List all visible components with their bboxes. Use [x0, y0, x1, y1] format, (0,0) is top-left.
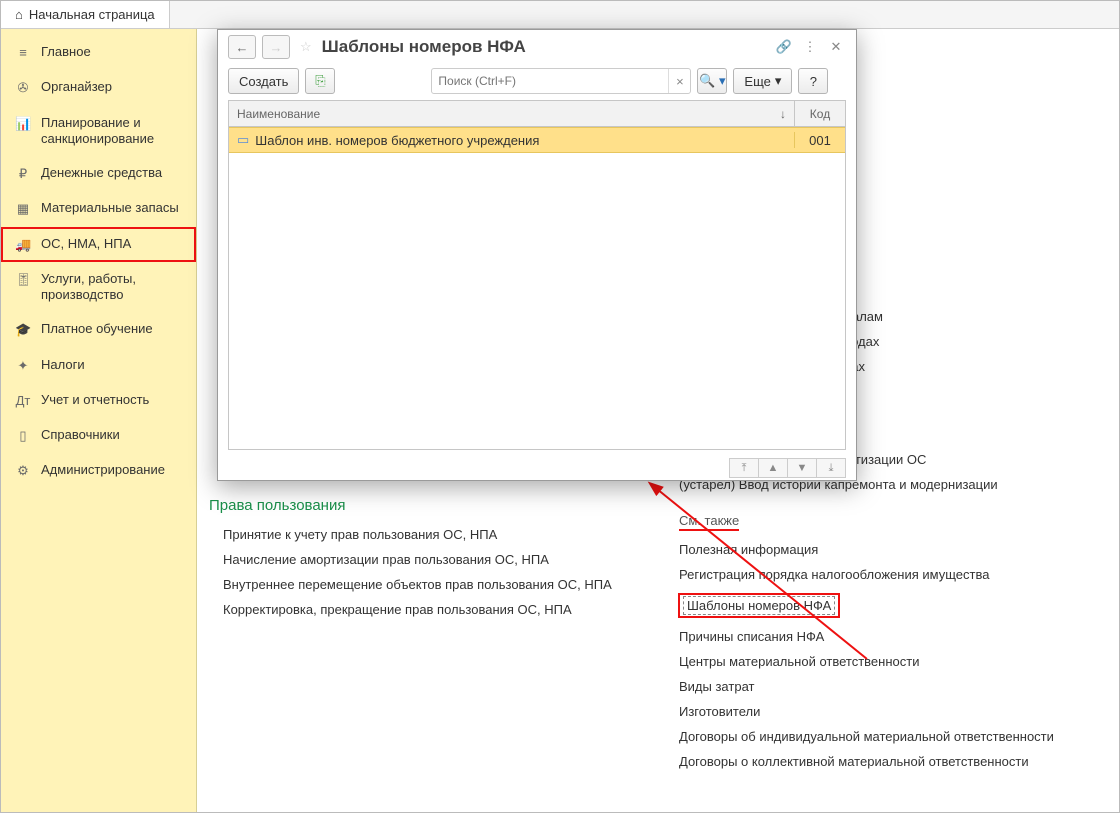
- sidebar-item-label: Материальные запасы: [41, 200, 179, 216]
- favorite-star-icon[interactable]: ☆: [300, 39, 312, 55]
- clear-icon[interactable]: ×: [668, 69, 690, 93]
- sidebar-item-assets[interactable]: 🚚 ОС, НМА, НПА: [1, 227, 196, 262]
- grid-nav: ⤒ ▲ ▼ ⤓: [218, 456, 856, 480]
- link[interactable]: Изготовители: [679, 699, 1099, 724]
- sidebar-item-label: Денежные средства: [41, 165, 162, 181]
- gear-icon: ⚙: [15, 463, 31, 479]
- truck-icon: 🚚: [15, 237, 31, 253]
- column-header-code[interactable]: Код: [795, 101, 845, 126]
- sidebar-item-label: Администрирование: [41, 462, 165, 478]
- nav-back-button[interactable]: ←: [228, 35, 256, 59]
- sliders-icon: 🎚: [15, 272, 31, 288]
- close-icon[interactable]: ✕: [826, 37, 846, 57]
- nav-forward-button[interactable]: →: [262, 35, 290, 59]
- create-copy-button[interactable]: ⎘: [305, 68, 335, 94]
- sidebar-item-education[interactable]: 🎓 Платное обучение: [1, 312, 196, 347]
- create-button[interactable]: Создать: [228, 68, 299, 94]
- sidebar: ≡ Главное ✇ Органайзер 📊 Планирование и сан…: [1, 29, 197, 812]
- sort-arrow-icon: ↓: [780, 107, 786, 121]
- tab-home-label: Начальная страница: [29, 7, 155, 22]
- nav-down-button[interactable]: ▼: [787, 458, 817, 478]
- link[interactable]: Договоры о коллективной материальной отв…: [679, 749, 1099, 774]
- link[interactable]: Центры материальной ответственности: [679, 649, 1099, 674]
- menu-icon: ≡: [15, 45, 31, 61]
- link[interactable]: Полезная информация: [679, 537, 1099, 562]
- cell-name: Шаблон инв. номеров бюджетного учреждени…: [255, 133, 539, 148]
- tab-home[interactable]: ⌂ Начальная страница: [1, 1, 170, 28]
- link[interactable]: Начисление амортизации прав пользования …: [223, 547, 639, 572]
- help-button[interactable]: ?: [798, 68, 828, 94]
- ledger-icon: Дт: [15, 393, 31, 409]
- column-header-name[interactable]: Наименование↓: [229, 101, 795, 126]
- sidebar-item-admin[interactable]: ⚙ Администрирование: [1, 453, 196, 488]
- more-button[interactable]: Еще ▾: [733, 68, 792, 94]
- boxes-icon: ▦: [15, 201, 31, 217]
- link-icon[interactable]: 🔗: [774, 37, 794, 57]
- sidebar-item-main[interactable]: ≡ Главное: [1, 35, 196, 70]
- sidebar-item-label: Услуги, работы, производство: [41, 271, 186, 304]
- sidebar-item-taxes[interactable]: ✦ Налоги: [1, 348, 196, 383]
- link-templates-nfa[interactable]: Шаблоны номеров НФА: [679, 587, 1099, 624]
- dialog-title: Шаблоны номеров НФА: [322, 37, 768, 57]
- nav-up-button[interactable]: ▲: [758, 458, 788, 478]
- calendar-icon: ✇: [15, 80, 31, 96]
- sidebar-item-accounting[interactable]: Дт Учет и отчетность: [1, 383, 196, 418]
- sidebar-item-catalogs[interactable]: ▯ Справочники: [1, 418, 196, 453]
- sidebar-item-label: Учет и отчетность: [41, 392, 149, 408]
- nav-first-button[interactable]: ⤒: [729, 458, 759, 478]
- sidebar-item-label: Органайзер: [41, 79, 112, 95]
- link[interactable]: Виды затрат: [679, 674, 1099, 699]
- eagle-icon: ✦: [15, 358, 31, 374]
- link[interactable]: Регистрация порядка налогообложения имущ…: [679, 562, 1099, 587]
- chart-icon: 📊: [15, 116, 31, 132]
- sidebar-item-label: Планирование и санкционирование: [41, 115, 186, 148]
- sidebar-item-materials[interactable]: ▦ Материальные запасы: [1, 191, 196, 226]
- link[interactable]: Причины списания НФА: [679, 624, 1099, 649]
- kebab-icon[interactable]: ⋮: [800, 37, 820, 57]
- dialog-templates-nfa: ← → ☆ Шаблоны номеров НФА 🔗 ⋮ ✕ Создать …: [217, 29, 857, 481]
- sidebar-item-label: Налоги: [41, 357, 85, 373]
- link[interactable]: Договоры об индивидуальной материальной …: [679, 724, 1099, 749]
- nav-last-button[interactable]: ⤓: [816, 458, 846, 478]
- sidebar-item-label: Платное обучение: [41, 321, 153, 337]
- section-rights-head: Права пользования: [209, 497, 639, 514]
- home-icon: ⌂: [15, 7, 23, 22]
- dialog-search-input[interactable]: [432, 74, 668, 88]
- ruble-icon: ₽: [15, 166, 31, 182]
- graduation-icon: 🎓: [15, 322, 31, 338]
- data-grid[interactable]: Наименование↓ Код ▭ Шаблон инв. номеров б…: [228, 100, 846, 450]
- sidebar-item-organizer[interactable]: ✇ Органайзер: [1, 70, 196, 105]
- section-seealso-head: См. также: [679, 513, 1099, 531]
- sidebar-item-label: ОС, НМА, НПА: [41, 236, 131, 252]
- item-icon: ▭: [237, 132, 249, 148]
- tab-bar: ⌂ Начальная страница: [1, 1, 1119, 29]
- sidebar-item-label: Справочники: [41, 427, 120, 443]
- sidebar-item-services[interactable]: 🎚 Услуги, работы, производство: [1, 262, 196, 313]
- dialog-search[interactable]: ×: [431, 68, 691, 94]
- book-icon: ▯: [15, 428, 31, 444]
- sidebar-item-money[interactable]: ₽ Денежные средства: [1, 156, 196, 191]
- cell-code: 001: [795, 133, 845, 148]
- link[interactable]: Корректировка, прекращение прав пользова…: [223, 597, 639, 622]
- search-button[interactable]: 🔍 ▾: [697, 68, 727, 94]
- sidebar-item-planning[interactable]: 📊 Планирование и санкционирование: [1, 106, 196, 157]
- table-row[interactable]: ▭ Шаблон инв. номеров бюджетного учрежден…: [229, 127, 845, 153]
- link[interactable]: Внутреннее перемещение объектов прав пол…: [223, 572, 639, 597]
- sidebar-item-label: Главное: [41, 44, 91, 60]
- link[interactable]: Принятие к учету прав пользования ОС, НП…: [223, 522, 639, 547]
